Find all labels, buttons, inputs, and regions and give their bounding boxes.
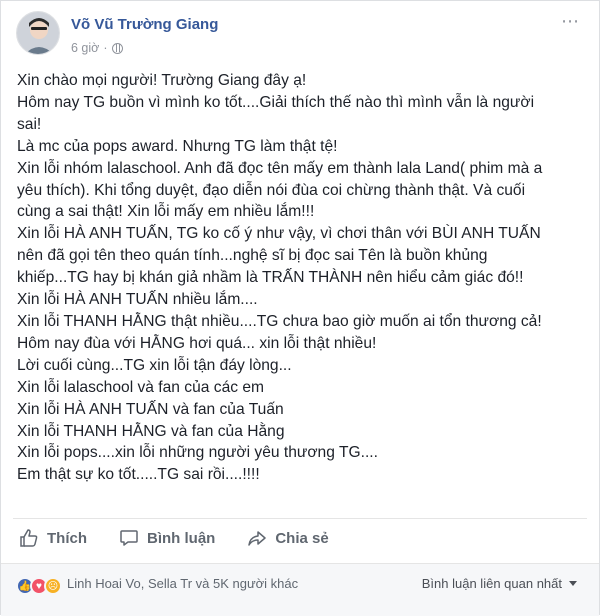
post-line: Xin lỗi HÀ ANH TUẤN, TG ko cố ý như vậy,…: [17, 225, 541, 243]
post-line: Xin lỗi THANH HẰNG thật nhiều....TG chưa…: [17, 312, 542, 330]
post-line: Em thật sự ko tốt.....TG sai rồi....!!!!: [17, 466, 260, 484]
share-label: Chia sẻ: [275, 529, 329, 547]
post-line: Lời cuối cùng...TG xin lỗi tận đáy lòng.…: [17, 356, 292, 374]
globe-icon[interactable]: [111, 42, 123, 54]
post-line: Xin lỗi pops....xin lỗi những người yêu …: [17, 444, 378, 462]
share-button[interactable]: Chia sẻ: [241, 522, 334, 554]
like-button[interactable]: Thích: [13, 522, 93, 554]
post-header: Võ Vũ Trường Giang 6 giờ · ⋯: [13, 11, 589, 61]
post-line: yêu thích). Khi tổng duyệt, đạo diễn nói…: [17, 181, 526, 199]
more-options-icon[interactable]: ⋯: [559, 12, 581, 31]
post-line: Xin lỗi lalaschool và fan của các em: [17, 378, 265, 396]
share-icon: [248, 531, 267, 546]
author-name[interactable]: Võ Vũ Trường Giang: [71, 16, 218, 33]
action-bar: Thích Bình luận Chia sẻ: [13, 521, 589, 555]
post-line: Xin lỗi THANH HẰNG và fan của Hằng: [17, 422, 285, 440]
post-line: Hôm nay đùa với HẰNG hơi quá... xin lỗi …: [17, 334, 377, 352]
reactors-summary[interactable]: Linh Hoai Vo, Sella Tr và 5K người khác: [67, 576, 298, 591]
post-line: Xin lỗi HÀ ANH TUẤN và fan của Tuấn: [17, 400, 284, 418]
sad-reaction-icon: ☹: [44, 577, 62, 595]
post-body: Xin chào mọi người! Trường Giang đây ạ! …: [17, 70, 587, 486]
avatar[interactable]: [16, 11, 60, 55]
meta-separator: ·: [103, 41, 108, 55]
comment-button[interactable]: Bình luận: [113, 522, 221, 554]
post-line: Là mc của pops award. Nhưng TG làm thật …: [17, 137, 338, 155]
sort-label: Bình luận liên quan nhất: [421, 576, 562, 591]
post-line: cùng a sai thật! Xin lỗi mấy em nhiều lắ…: [17, 203, 315, 221]
comment-icon: [120, 530, 138, 546]
like-label: Thích: [47, 529, 87, 547]
post-line: sai!: [17, 115, 42, 133]
post-line: Hôm nay TG buồn vì mình ko tốt....Giải t…: [17, 93, 535, 111]
chevron-down-icon: [569, 581, 577, 586]
post-line: Xin chào mọi người! Trường Giang đây ạ!: [17, 72, 307, 89]
post-card: Võ Vũ Trường Giang 6 giờ · ⋯ Xin chào mọ…: [0, 0, 600, 616]
reaction-icons[interactable]: 👍 ♥ ☹: [16, 577, 62, 595]
post-meta: 6 giờ ·: [71, 41, 123, 55]
divider: [13, 518, 587, 519]
post-line: nên đã gọi tên theo quán tính...nghệ sĩ …: [17, 247, 488, 265]
post-line: Xin lỗi nhóm lalaschool. Anh đã đọc tên …: [17, 159, 543, 177]
thumbs-up-icon: [20, 529, 38, 547]
post-time[interactable]: 6 giờ: [71, 41, 99, 55]
comment-sort-dropdown[interactable]: Bình luận liên quan nhất: [422, 576, 577, 591]
post-footer: 👍 ♥ ☹ Linh Hoai Vo, Sella Tr và 5K người…: [1, 563, 599, 616]
comment-label: Bình luận: [147, 529, 216, 547]
post-line: Xin lỗi HÀ ANH TUẤN nhiều lắm....: [17, 291, 258, 309]
post-line: khiếp...TG hay bị khán giả nhầm là TRẤN …: [17, 269, 524, 287]
